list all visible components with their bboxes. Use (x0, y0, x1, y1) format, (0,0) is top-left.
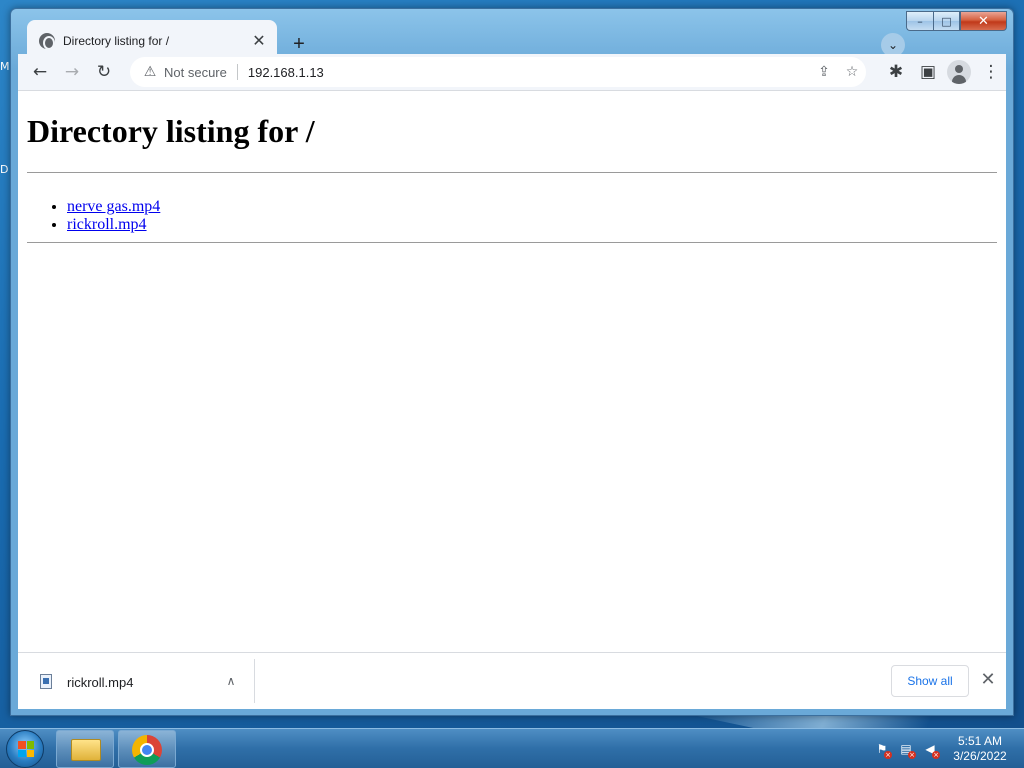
globe-icon (39, 33, 55, 50)
page-title: Directory listing for / (27, 113, 315, 149)
side-panel-icon[interactable]: ▣ (916, 60, 940, 84)
forward-button[interactable]: → (60, 60, 84, 84)
divider (27, 242, 997, 243)
start-button[interactable] (6, 730, 44, 768)
taskbar-explorer-button[interactable] (56, 730, 114, 768)
chevron-up-icon[interactable]: ∧ (223, 671, 239, 691)
download-shelf: rickroll.mp4 ∧ Show all ✕ (18, 652, 1006, 709)
file-link[interactable]: rickroll.mp4 (67, 216, 147, 233)
menu-kebab-icon[interactable]: ⋮ (979, 60, 1003, 84)
address-bar[interactable]: ⚠ Not secure 192.168.1.13 ⇪ ☆ (130, 57, 866, 87)
browser-window: – □ ✕ Directory listing for / ✕ + ⌄ ← → … (10, 8, 1014, 716)
warning-icon[interactable]: ⚠ (142, 64, 158, 80)
bookmark-star-icon[interactable]: ☆ (838, 64, 866, 80)
list-item: nerve gas.mp4 (67, 198, 160, 216)
page-content: Directory listing for / nerve gas.mp4 ri… (18, 90, 1006, 652)
show-all-button[interactable]: Show all (891, 665, 969, 697)
divider (27, 172, 997, 173)
tab-close-icon[interactable]: ✕ (251, 33, 267, 49)
folder-icon (71, 739, 101, 761)
security-status[interactable]: Not secure (164, 65, 227, 80)
browser-toolbar: ← → ↻ ⚠ Not secure 192.168.1.13 ⇪ ☆ ✱ ▣ … (18, 54, 1006, 90)
network-icon[interactable]: ▤ × (898, 741, 916, 759)
reload-button[interactable]: ↻ (92, 60, 116, 84)
close-window-button[interactable]: ✕ (960, 11, 1007, 31)
action-center-flag-icon[interactable]: ⚑ × (874, 741, 892, 759)
error-badge-icon: × (884, 751, 892, 759)
close-shelf-icon[interactable]: ✕ (977, 669, 999, 691)
maximize-button[interactable]: □ (933, 11, 960, 31)
address-bar-divider (236, 64, 238, 80)
volume-muted-icon[interactable]: ◀ × (922, 741, 940, 759)
profile-avatar-icon[interactable] (947, 60, 971, 84)
download-item[interactable]: rickroll.mp4 ∧ (18, 659, 255, 703)
back-button[interactable]: ← (28, 60, 52, 84)
extensions-puzzle-icon[interactable]: ✱ (884, 60, 908, 84)
download-file-name: rickroll.mp4 (67, 675, 134, 690)
url-text[interactable]: 192.168.1.13 (248, 65, 810, 80)
clock-time: 5:51 AM (957, 734, 1003, 748)
taskbar-chrome-button[interactable] (118, 730, 176, 768)
window-caption-buttons: – □ ✕ (906, 11, 1007, 31)
clock-date: 3/26/2022 (953, 749, 1007, 763)
tab-title: Directory listing for / (63, 34, 170, 48)
file-list: nerve gas.mp4 rickroll.mp4 (67, 198, 160, 234)
share-icon[interactable]: ⇪ (810, 64, 838, 80)
video-file-icon (40, 674, 52, 689)
system-clock[interactable]: 5:51 AM 3/26/2022 (940, 734, 1020, 764)
list-item: rickroll.mp4 (67, 216, 160, 234)
windows-logo-icon (18, 741, 34, 757)
chrome-icon (132, 735, 162, 765)
taskbar: ⚑ × ▤ × ◀ × 5:51 AM 3/26/2022 (0, 728, 1024, 768)
file-link[interactable]: nerve gas.mp4 (67, 198, 160, 215)
error-badge-icon: × (932, 751, 940, 759)
minimize-button[interactable]: – (906, 11, 933, 31)
error-badge-icon: × (908, 751, 916, 759)
